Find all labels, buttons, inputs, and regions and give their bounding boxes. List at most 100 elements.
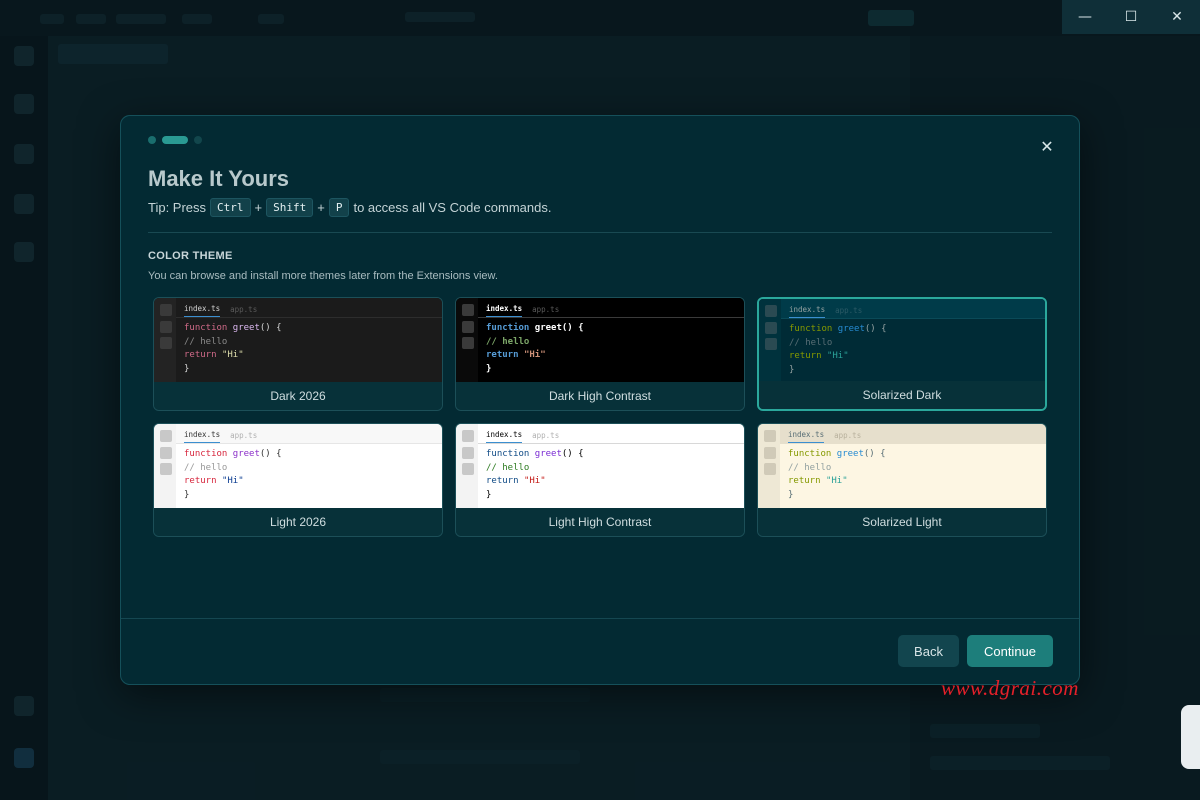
code-close: } [788,489,794,500]
preview-tabs: index.ts app.ts [781,299,1045,319]
code-comment: // hello [486,462,530,473]
preview-tab: app.ts [230,431,258,440]
code-comment: // hello [486,336,530,347]
theme-card-dark-high-contrast[interactable]: index.ts app.ts function greet() { // he… [455,297,745,411]
code-return: return [788,476,821,486]
code-close: } [486,489,492,500]
preview-gutter [456,424,478,510]
theme-card-dark-2026[interactable]: index.ts app.ts function greet() { // he… [153,297,443,411]
theme-card-light-high-contrast[interactable]: index.ts app.ts function greet() { // he… [455,423,745,537]
code-function: greet [836,449,864,459]
preview-gutter [456,298,478,384]
watermark-text: www.dgrai.com [941,676,1079,700]
preview-tabs: index.ts app.ts [478,424,744,444]
welcome-dialog: ✕ Make It Yours Tip: Press Ctrl + Shift … [120,115,1080,685]
code-return: return [184,350,217,360]
code-return: return [486,350,519,360]
preview-code: function greet() { // hello return "Hi" … [486,448,584,502]
theme-preview: index.ts app.ts function greet() { // he… [154,298,442,384]
code-comment: // hello [184,336,228,347]
gutter-icon [462,337,474,349]
preview-code: function greet() { // hello return "Hi" … [789,323,887,377]
preview-code: function greet() { // hello return "Hi" … [184,448,282,502]
key-p: P [328,198,350,217]
code-function: greet [232,449,260,459]
close-icon[interactable]: ✕ [1037,136,1057,156]
theme-name: Light 2026 [154,508,442,536]
plus-sign: + [317,200,325,215]
code-string: "Hi" [825,476,848,486]
preview-tab: app.ts [532,431,560,440]
code-signature: () { [864,324,887,334]
back-button[interactable]: Back [898,635,959,667]
step-dot-current [162,136,188,144]
gutter-icon [462,447,474,459]
preview-tab-active: index.ts [486,430,523,443]
theme-name: Light High Contrast [456,508,744,536]
key-shift: Shift [266,198,314,217]
gutter-icon [764,430,776,442]
preview-code: function greet() { // hello return "Hi" … [184,322,282,376]
window-controls: — ☐ ✕ [1062,0,1200,34]
code-signature: () { [561,323,584,333]
theme-name: Dark High Contrast [456,382,744,410]
code-close: } [184,363,190,374]
preview-tab-active: index.ts [184,304,221,317]
code-function: greet [837,324,865,334]
code-return: return [789,351,822,361]
code-string: "Hi" [221,350,244,360]
theme-card-solarized-light[interactable]: index.ts app.ts function greet() { // he… [757,423,1047,537]
code-keyword: function [789,324,833,334]
gutter-icon [765,322,777,334]
step-dot [148,136,156,144]
preview-tab: app.ts [834,431,862,440]
maximize-button[interactable]: ☐ [1108,0,1154,34]
section-description: You can browse and install more themes l… [148,270,498,282]
preview-tabs: index.ts app.ts [780,424,1046,444]
code-return: return [184,476,217,486]
preview-gutter [154,424,176,510]
code-keyword: function [486,323,530,333]
preview-gutter [758,424,780,510]
preview-tab: app.ts [532,305,560,314]
preview-tabs: index.ts app.ts [478,298,744,318]
continue-button[interactable]: Continue [967,635,1053,667]
theme-preview: index.ts app.ts function greet() { // he… [154,424,442,510]
gutter-icon [764,447,776,459]
preview-tab-active: index.ts [486,304,523,317]
gutter-icon [765,305,777,317]
gutter-icon [160,463,172,475]
code-comment: // hello [789,337,833,348]
close-window-button[interactable]: ✕ [1154,0,1200,34]
theme-name: Solarized Light [758,508,1046,536]
gutter-icon [160,430,172,442]
gutter-icon [462,430,474,442]
code-signature: () { [863,449,886,459]
theme-name: Dark 2026 [154,382,442,410]
code-signature: () { [259,449,282,459]
preview-tab: app.ts [835,306,863,315]
theme-card-solarized-dark[interactable]: index.ts app.ts function greet() { // he… [757,297,1047,411]
theme-preview: index.ts app.ts function greet() { // he… [456,424,744,510]
code-close: } [486,363,492,374]
minimize-button[interactable]: — [1062,0,1108,34]
preview-tabs: index.ts app.ts [176,298,442,318]
code-return: return [486,476,519,486]
theme-preview: index.ts app.ts function greet() { // he… [758,424,1046,510]
code-comment: // hello [184,462,228,473]
key-ctrl: Ctrl [210,198,251,217]
gutter-icon [160,447,172,459]
plus-sign: + [254,200,263,215]
preview-tab: app.ts [230,305,258,314]
gutter-icon [160,304,172,316]
theme-preview: index.ts app.ts function greet() { // he… [456,298,744,384]
dialog-title: Make It Yours [148,166,290,191]
step-indicator [148,136,202,144]
code-keyword: function [184,323,228,333]
gutter-icon [160,321,172,333]
code-keyword: function [788,449,832,459]
preview-code: function greet() { // hello return "Hi" … [486,322,584,376]
code-signature: () { [561,449,584,459]
theme-card-light-2026[interactable]: index.ts app.ts function greet() { // he… [153,423,443,537]
code-function: greet [232,323,260,333]
